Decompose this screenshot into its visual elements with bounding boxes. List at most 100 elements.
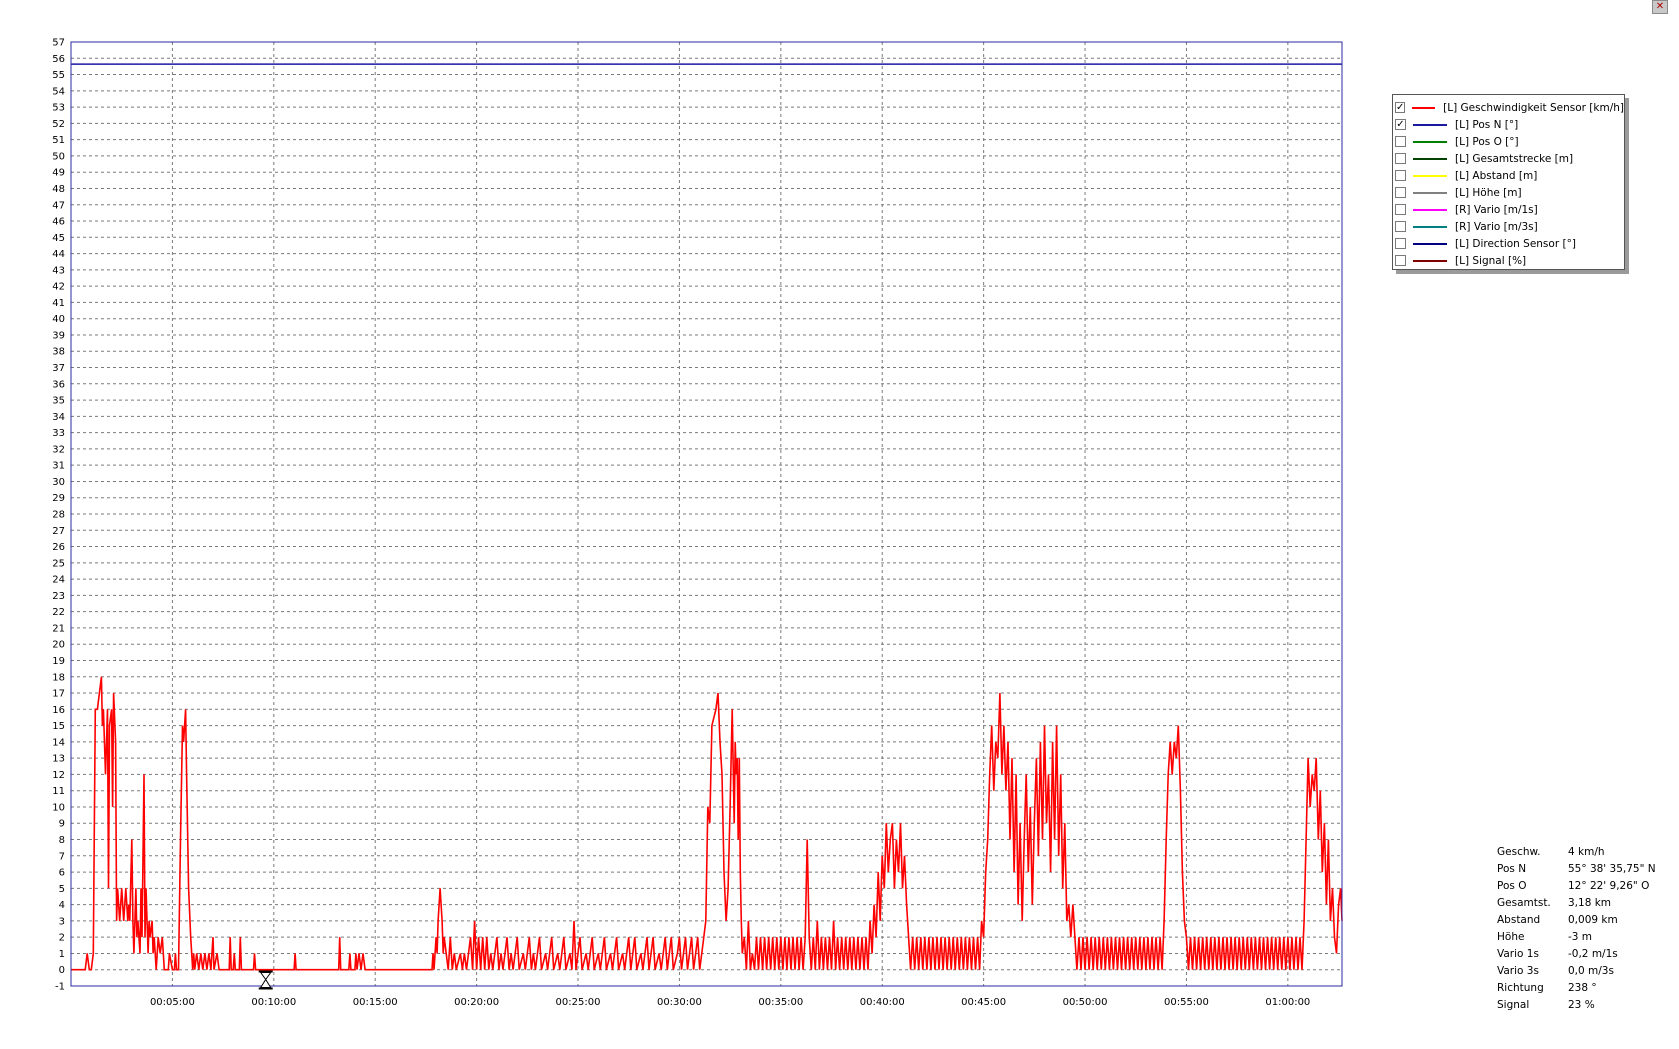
legend-swatch (1412, 106, 1436, 109)
legend-item[interactable]: ✓ [L] Pos N [°] (1393, 116, 1624, 133)
info-key: Geschw. (1497, 846, 1541, 858)
y-tick-label: 7 (59, 851, 65, 862)
legend-checkbox[interactable] (1395, 187, 1406, 198)
info-key: Abstand (1497, 914, 1541, 926)
y-tick-label: 0 (59, 965, 65, 976)
legend-item[interactable]: ✓ [L] Geschwindigkeit Sensor [km/h] (1393, 99, 1624, 116)
hourglass-glass (259, 971, 272, 988)
x-tick-label: 00:45:00 (961, 997, 1006, 1008)
y-tick-label: 10 (52, 802, 65, 813)
y-tick-label: 30 (52, 477, 65, 488)
legend-checkbox[interactable] (1395, 170, 1406, 181)
y-tick-label: 20 (52, 640, 65, 651)
info-value: 238 ° (1568, 982, 1597, 994)
legend-checkbox[interactable] (1395, 255, 1406, 266)
info-key: Richtung (1497, 982, 1544, 994)
legend-swatch (1413, 140, 1447, 143)
y-tick-label: 8 (59, 835, 65, 846)
info-value: -0,2 m/1s (1568, 948, 1618, 960)
legend-item[interactable]: [L] Gesamtstrecke [m] (1393, 150, 1624, 167)
y-tick-label: -1 (55, 982, 65, 993)
legend-label: [L] Signal [%] (1455, 254, 1527, 267)
y-tick-label: 33 (52, 428, 65, 439)
y-tick-label: 24 (52, 575, 65, 586)
legend-item[interactable]: [L] Höhe [m] (1393, 184, 1624, 201)
legend-item[interactable]: [R] Vario [m/3s] (1393, 218, 1624, 235)
close-button[interactable]: ✕ (1652, 0, 1668, 14)
info-value: -3 m (1568, 931, 1593, 943)
y-tick-label: 38 (52, 347, 65, 358)
legend-label: [L] Pos N [°] (1455, 118, 1519, 131)
y-tick-label: 25 (52, 558, 65, 569)
y-tick-label: 4 (59, 900, 65, 911)
y-tick-label: 9 (59, 819, 65, 830)
legend-item[interactable]: [L] Direction Sensor [°] (1393, 235, 1624, 252)
legend-label: [L] Pos O [°] (1455, 135, 1519, 148)
y-tick-label: 27 (52, 526, 65, 537)
info-panel: Geschw. 4 km/h Pos N 55° 38' 35,75" N Pos O 1… (1497, 846, 1656, 1016)
legend-label: [L] Abstand [m] (1455, 169, 1538, 182)
legend-item[interactable]: [L] Signal [%] (1393, 252, 1624, 269)
info-row: Pos O 12° 22' 9,26" O (1497, 880, 1656, 897)
info-row: Geschw. 4 km/h (1497, 846, 1656, 863)
legend-checkbox[interactable] (1395, 153, 1406, 164)
legend-item[interactable]: [R] Vario [m/1s] (1393, 201, 1624, 218)
info-value: 4 km/h (1568, 846, 1605, 858)
info-key: Pos N (1497, 863, 1527, 875)
y-axis-ticks: -101234567891011121314151617181920212223… (52, 38, 65, 993)
x-tick-label: 00:25:00 (556, 997, 601, 1008)
y-tick-label: 18 (52, 672, 65, 683)
info-key: Höhe (1497, 931, 1525, 943)
y-tick-label: 26 (52, 542, 65, 553)
y-tick-label: 50 (52, 151, 65, 162)
y-tick-label: 53 (52, 103, 65, 114)
legend-item[interactable]: [L] Abstand [m] (1393, 167, 1624, 184)
y-tick-label: 17 (52, 689, 65, 700)
legend-checkbox[interactable] (1395, 136, 1406, 147)
x-tick-label: 00:10:00 (251, 997, 296, 1008)
legend-label: [L] Direction Sensor [°] (1455, 237, 1576, 250)
legend: ✓ [L] Geschwindigkeit Sensor [km/h] ✓ [L] P… (1392, 94, 1625, 270)
legend-checkbox[interactable]: ✓ (1395, 102, 1406, 113)
legend-checkbox[interactable]: ✓ (1395, 119, 1406, 130)
legend-checkbox[interactable] (1395, 238, 1406, 249)
legend-label: [R] Vario [m/1s] (1455, 203, 1538, 216)
y-tick-label: 36 (52, 379, 65, 390)
y-tick-label: 41 (52, 298, 65, 309)
x-axis-ticks: 00:05:00 00:10:00 00:15:00 00:20:00 00:25:00… (150, 997, 1310, 1008)
y-tick-label: 37 (52, 363, 65, 374)
x-tick-label: 00:15:00 (353, 997, 398, 1008)
legend-item[interactable]: [L] Pos O [°] (1393, 133, 1624, 150)
info-key: Pos O (1497, 880, 1527, 892)
y-tick-label: 34 (52, 412, 65, 423)
y-tick-label: 6 (59, 868, 65, 879)
y-tick-label: 48 (52, 184, 65, 195)
legend-swatch (1413, 191, 1447, 194)
info-key: Vario 1s (1497, 948, 1539, 960)
y-tick-label: 46 (52, 217, 65, 228)
y-tick-label: 12 (52, 770, 65, 781)
x-tick-label: 00:30:00 (657, 997, 702, 1008)
legend-swatch (1413, 123, 1447, 126)
x-tick-label: 00:55:00 (1164, 997, 1209, 1008)
info-value: 0,0 m/3s (1568, 965, 1614, 977)
y-tick-label: 16 (52, 705, 65, 716)
info-row: Richtung 238 ° (1497, 982, 1656, 999)
y-tick-label: 55 (52, 70, 65, 81)
y-tick-label: 49 (52, 168, 65, 179)
y-tick-label: 43 (52, 265, 65, 276)
x-tick-label: 01:00:00 (1265, 997, 1310, 1008)
y-tick-label: 42 (52, 282, 65, 293)
y-tick-label: 54 (52, 86, 65, 97)
y-tick-label: 31 (52, 461, 65, 472)
legend-label: [L] Gesamtstrecke [m] (1455, 152, 1574, 165)
y-tick-label: 22 (52, 607, 65, 618)
y-tick-label: 44 (52, 249, 65, 260)
info-key: Signal (1497, 999, 1530, 1011)
info-row: Vario 3s 0,0 m/3s (1497, 965, 1656, 982)
y-tick-label: 32 (52, 444, 65, 455)
legend-checkbox[interactable] (1395, 204, 1406, 215)
info-row: Abstand 0,009 km (1497, 914, 1656, 931)
legend-checkbox[interactable] (1395, 221, 1406, 232)
info-row: Höhe -3 m (1497, 931, 1656, 948)
